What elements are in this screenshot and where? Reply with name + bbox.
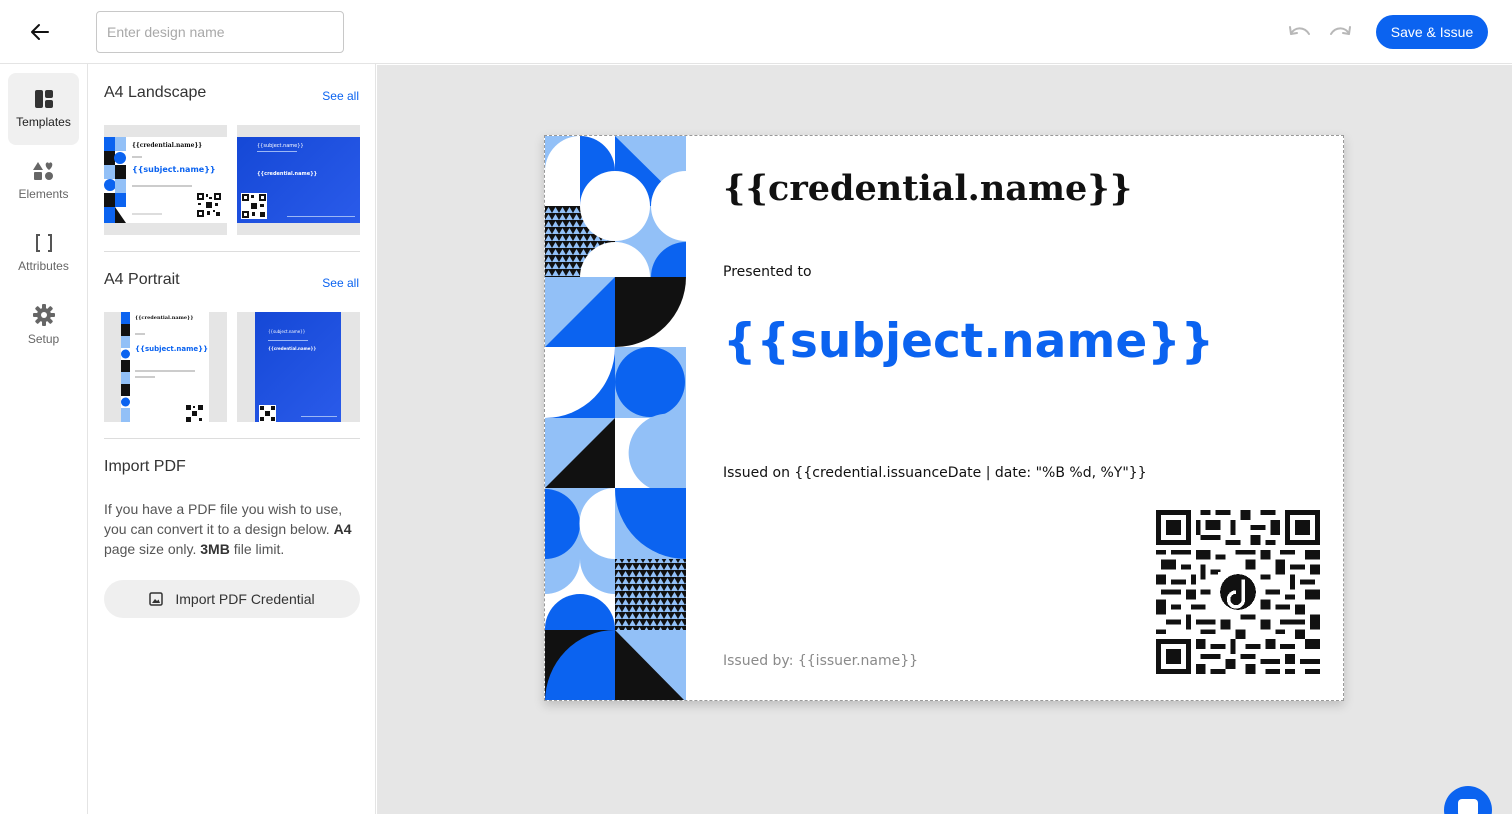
geometric-pattern bbox=[545, 136, 686, 700]
arrow-left-icon bbox=[31, 24, 49, 40]
thumbnail-text-line bbox=[135, 376, 155, 378]
thumbnail-page: {{credential.name}} {{subject.name}} bbox=[121, 312, 209, 422]
see-all-portrait-link[interactable]: See all bbox=[322, 276, 359, 290]
thumbnail-text-line bbox=[287, 216, 355, 217]
pattern-strip bbox=[121, 312, 130, 422]
certificate-issued-by[interactable]: Issued by: {{issuer.name}} bbox=[723, 653, 918, 669]
import-pdf-button-label: Import PDF Credential bbox=[175, 591, 315, 607]
image-icon bbox=[149, 592, 164, 606]
redo-button[interactable] bbox=[1327, 20, 1353, 44]
import-description: If you have a PDF file you wish to use, … bbox=[104, 499, 364, 559]
qr-code-icon bbox=[259, 405, 276, 422]
thumbnail-subject: {{subject.name}} bbox=[135, 345, 209, 353]
section-title-portrait: A4 Portrait bbox=[104, 271, 180, 288]
undo-icon bbox=[1289, 26, 1310, 35]
import-description-text: page size only. bbox=[104, 541, 197, 557]
rail-item-templates[interactable]: Templates bbox=[8, 73, 79, 145]
rail-item-setup[interactable]: Setup bbox=[8, 289, 79, 361]
import-pdf-button[interactable]: Import PDF Credential bbox=[104, 580, 360, 618]
rail-item-label: Setup bbox=[27, 332, 60, 346]
template-portrait-blue[interactable]: {{subject.name}} {{credential.name}} bbox=[237, 312, 360, 422]
chat-icon bbox=[1458, 799, 1478, 814]
thumbnail-text-line bbox=[135, 333, 145, 335]
thumbnail-text-line bbox=[301, 416, 337, 417]
thumbnail-text-line bbox=[132, 213, 162, 215]
thumbnail-subject: {{credential.name}} bbox=[268, 346, 317, 351]
thumbnail-text-line bbox=[135, 370, 195, 372]
thumbnail-text-line bbox=[257, 151, 297, 152]
template-landscape-blue[interactable]: {{subject.name}} {{credential.name}} bbox=[237, 125, 360, 235]
section-title-landscape: A4 Landscape bbox=[104, 84, 207, 101]
certificate-presented-to[interactable]: Presented to bbox=[723, 264, 812, 280]
rail-item-attributes[interactable]: Attributes bbox=[8, 217, 79, 289]
top-toolbar: Save & Issue bbox=[0, 0, 1512, 64]
thumbnail-page: {{subject.name}} {{credential.name}} bbox=[255, 312, 341, 422]
template-landscape-white[interactable]: {{credential.name}} {{subject.name}} bbox=[104, 125, 227, 235]
certificate-subject[interactable]: {{subject.name}} bbox=[723, 314, 1214, 369]
import-description-text: file limit. bbox=[233, 541, 285, 557]
import-description-bold: 3MB bbox=[200, 541, 230, 557]
back-button[interactable] bbox=[24, 16, 56, 48]
certificate-title[interactable]: {{credential.name}} bbox=[723, 168, 1132, 209]
thumbnail-page: {{credential.name}} {{subject.name}} bbox=[104, 137, 227, 223]
pattern-strip bbox=[104, 137, 126, 223]
thumbnail-page: {{subject.name}} {{credential.name}} bbox=[237, 137, 360, 223]
thumbnail-subject: {{credential.name}} bbox=[257, 171, 318, 177]
thumbnail-text-line bbox=[132, 185, 192, 187]
left-rail: Templates Elements Attributes Setup bbox=[0, 64, 88, 814]
template-layout-icon bbox=[34, 90, 53, 108]
thumbnail-title: {{credential.name}} bbox=[135, 315, 194, 321]
redo-icon bbox=[1330, 26, 1351, 35]
thumbnail-subject: {{subject.name}} bbox=[132, 165, 216, 174]
rail-item-label: Attributes bbox=[18, 259, 69, 273]
template-portrait-white[interactable]: {{credential.name}} {{subject.name}} bbox=[104, 312, 227, 422]
section-title-import: Import PDF bbox=[104, 458, 186, 475]
thumbnail-title: {{subject.name}} bbox=[268, 329, 306, 334]
certificate-preview[interactable]: {{credential.name}} Presented to {{subje… bbox=[544, 135, 1344, 701]
rail-item-label: Templates bbox=[16, 115, 71, 129]
rail-item-elements[interactable]: Elements bbox=[8, 145, 79, 217]
undo-button[interactable] bbox=[1287, 20, 1313, 44]
rail-item-label: Elements bbox=[18, 187, 69, 201]
brackets-icon bbox=[35, 234, 52, 252]
shapes-icon bbox=[32, 162, 53, 180]
thumbnail-title: {{subject.name}} bbox=[257, 143, 304, 149]
thumbnail-title: {{credential.name}} bbox=[132, 142, 203, 149]
see-all-landscape-link[interactable]: See all bbox=[322, 89, 359, 103]
section-divider bbox=[104, 251, 360, 252]
qr-code-icon bbox=[241, 193, 267, 219]
import-description-bold: A4 bbox=[333, 521, 352, 537]
design-name-input[interactable] bbox=[96, 11, 344, 53]
gear-icon bbox=[32, 304, 55, 326]
qr-code-icon bbox=[186, 405, 203, 422]
templates-panel: A4 Landscape See all {{credential.name}}… bbox=[88, 64, 376, 814]
qr-code-icon[interactable] bbox=[1156, 510, 1320, 674]
import-description-text: If you have a PDF file you wish to use, … bbox=[104, 501, 343, 537]
thumbnail-text-line bbox=[268, 340, 308, 341]
thumbnail-text-line bbox=[132, 156, 142, 158]
save-and-issue-button[interactable]: Save & Issue bbox=[1376, 15, 1488, 49]
qr-code-icon bbox=[197, 193, 221, 217]
section-divider bbox=[104, 438, 360, 439]
certificate-issued-on[interactable]: Issued on {{credential.issuanceDate | da… bbox=[723, 465, 1147, 481]
